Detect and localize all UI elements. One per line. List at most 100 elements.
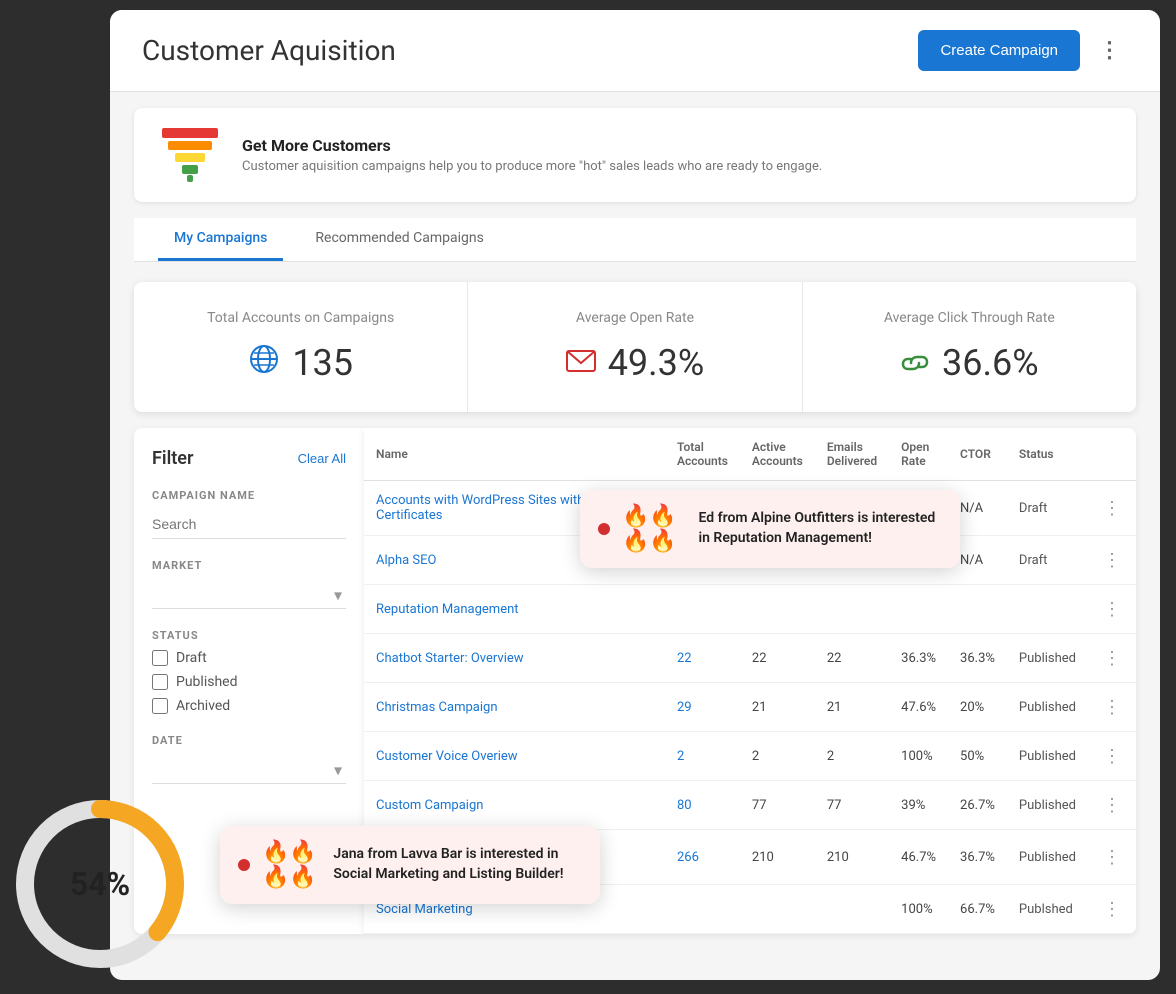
status-option-draft[interactable]: Draft <box>152 650 346 666</box>
col-emails-delivered: EmailsDelivered <box>815 428 889 481</box>
row-menu-button[interactable]: ⋮ <box>1100 845 1124 869</box>
filter-market-section: MARKET ▾ <box>152 559 346 609</box>
campaign-name-input[interactable] <box>152 510 346 539</box>
status-options: Draft Published Archived <box>152 650 346 714</box>
market-select-wrapper: ▾ <box>152 580 346 609</box>
status-option-draft-label: Draft <box>176 650 207 666</box>
col-ctor: CTOR <box>948 428 1007 481</box>
cell-total-accounts: 266 <box>665 830 740 885</box>
campaign-link[interactable]: Christmas Campaign <box>376 700 498 715</box>
cell-actions: ⋮ <box>1088 781 1136 830</box>
cell-open-rate: 39% <box>889 781 948 830</box>
cell-active-accounts: 77 <box>740 781 815 830</box>
row-menu-button[interactable]: ⋮ <box>1100 496 1124 520</box>
tabs: My Campaigns Recommended Campaigns <box>134 218 1136 262</box>
filter-status-section: STATUS Draft Published Archived <box>152 629 346 714</box>
cell-name: Chatbot Starter: Overview <box>364 634 665 683</box>
tooltip-text-1: Ed from Alpine Outfitters is interested … <box>699 509 943 548</box>
campaign-link[interactable]: Chatbot Starter: Overview <box>376 651 524 666</box>
status-option-published[interactable]: Published <box>152 674 346 690</box>
cell-active-accounts: 21 <box>740 683 815 732</box>
tooltip-bubble-2: 🔥🔥🔥🔥 Jana from Lavva Bar is interested i… <box>220 826 600 904</box>
table-row: Christmas Campaign 29 21 21 47.6% 20% Pu… <box>364 683 1136 732</box>
donut-chart: 54% <box>0 784 200 984</box>
market-label: MARKET <box>152 559 346 572</box>
tab-my-campaigns[interactable]: My Campaigns <box>158 218 283 261</box>
filter-date-section: DATE ▾ <box>152 734 346 784</box>
row-menu-button[interactable]: ⋮ <box>1100 646 1124 670</box>
cell-name: Custom Campaign <box>364 781 665 830</box>
tooltip-bubble-1: 🔥🔥🔥🔥 Ed from Alpine Outfitters is intere… <box>580 490 960 568</box>
cell-status <box>1007 585 1088 634</box>
cell-emails-delivered: 21 <box>815 683 889 732</box>
date-select-wrapper: ▾ <box>152 755 346 784</box>
stat-click-through: Average Click Through Rate 36.6% <box>803 282 1136 412</box>
row-menu-button[interactable]: ⋮ <box>1100 897 1124 921</box>
row-menu-button[interactable]: ⋮ <box>1100 597 1124 621</box>
cell-actions: ⋮ <box>1088 585 1136 634</box>
banner-heading: Get More Customers <box>242 136 822 155</box>
row-menu-button[interactable]: ⋮ <box>1100 695 1124 719</box>
cell-active-accounts: 2 <box>740 732 815 781</box>
cell-open-rate: 36.3% <box>889 634 948 683</box>
fire-icon-2: 🔥🔥🔥🔥 <box>262 840 321 890</box>
campaign-link[interactable]: Customer Voice Overiew <box>376 749 518 764</box>
cell-status: Published <box>1007 634 1088 683</box>
status-label: STATUS <box>152 629 346 642</box>
tooltip-text-2: Jana from Lavva Bar is interested in Soc… <box>333 845 582 884</box>
link-icon <box>900 347 930 380</box>
campaign-link[interactable]: Alpha SEO <box>376 553 436 568</box>
status-checkbox-published[interactable] <box>152 674 168 690</box>
cell-emails-delivered: 22 <box>815 634 889 683</box>
email-icon <box>566 346 596 381</box>
table-row: Custom Campaign 80 77 77 39% 26.7% Publi… <box>364 781 1136 830</box>
filter-title: Filter <box>152 448 193 469</box>
cell-ctor: 20% <box>948 683 1007 732</box>
more-menu-icon[interactable]: ⋮ <box>1092 33 1128 69</box>
cell-ctor: 26.7% <box>948 781 1007 830</box>
col-name: Name <box>364 428 665 481</box>
cell-total-accounts: 29 <box>665 683 740 732</box>
cell-total-accounts <box>665 585 740 634</box>
row-menu-button[interactable]: ⋮ <box>1100 793 1124 817</box>
date-select[interactable] <box>152 755 346 784</box>
row-menu-button[interactable]: ⋮ <box>1100 548 1124 572</box>
funnel-icon <box>158 128 222 182</box>
status-option-archived[interactable]: Archived <box>152 698 346 714</box>
cell-ctor <box>948 585 1007 634</box>
cell-open-rate: 100% <box>889 885 948 934</box>
row-menu-button[interactable]: ⋮ <box>1100 744 1124 768</box>
clear-all-button[interactable]: Clear All <box>298 451 346 466</box>
tab-recommended-campaigns[interactable]: Recommended Campaigns <box>299 218 499 261</box>
tooltip-social-marketing: 🔥🔥🔥🔥 Jana from Lavva Bar is interested i… <box>220 826 600 904</box>
table-row: Chatbot Starter: Overview 22 22 22 36.3%… <box>364 634 1136 683</box>
cell-ctor: 36.7% <box>948 830 1007 885</box>
create-campaign-button[interactable]: Create Campaign <box>918 30 1080 71</box>
cell-open-rate <box>889 585 948 634</box>
cell-ctor: 66.7% <box>948 885 1007 934</box>
cell-status: Published <box>1007 683 1088 732</box>
status-checkbox-archived[interactable] <box>152 698 168 714</box>
stat-click-through-label: Average Click Through Rate <box>827 310 1112 326</box>
tooltip-dot-1 <box>598 523 610 535</box>
cell-emails-delivered: 2 <box>815 732 889 781</box>
cell-status: Publshed <box>1007 885 1088 934</box>
status-checkbox-draft[interactable] <box>152 650 168 666</box>
cell-status: Published <box>1007 830 1088 885</box>
table-header-row: Name TotalAccounts ActiveAccounts Emails… <box>364 428 1136 481</box>
table-row: Reputation Management ⋮ <box>364 585 1136 634</box>
market-select[interactable] <box>152 580 346 609</box>
cell-name: Christmas Campaign <box>364 683 665 732</box>
col-total-accounts: TotalAccounts <box>665 428 740 481</box>
campaign-link[interactable]: Reputation Management <box>376 602 519 617</box>
status-option-published-label: Published <box>176 674 237 690</box>
banner-text: Get More Customers Customer aquisition c… <box>242 136 822 174</box>
header: Customer Aquisition Create Campaign ⋮ <box>110 10 1160 92</box>
banner-description: Customer aquisition campaigns help you t… <box>242 159 822 174</box>
cell-status: Published <box>1007 781 1088 830</box>
page-title: Customer Aquisition <box>142 34 396 67</box>
cell-active-accounts: 22 <box>740 634 815 683</box>
campaign-link[interactable]: Custom Campaign <box>376 798 483 813</box>
fire-icon-1: 🔥🔥🔥🔥 <box>622 504 687 554</box>
cell-active-accounts: 210 <box>740 830 815 885</box>
